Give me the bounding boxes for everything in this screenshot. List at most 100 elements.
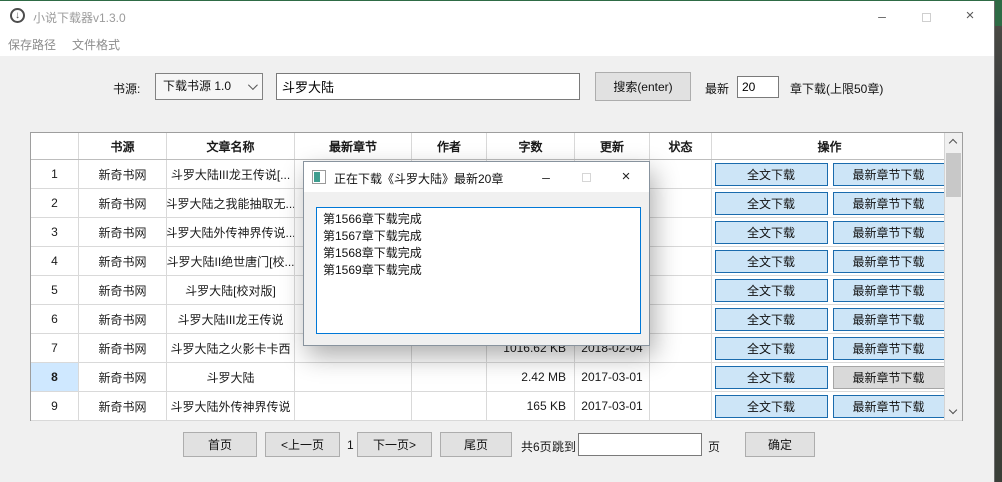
latest-chapter-download-button[interactable]: 最新章节下载 — [833, 279, 945, 302]
download-log[interactable]: 第1566章下载完成 第1567章下载完成 第1568章下载完成 第1569章下… — [316, 207, 641, 334]
header-author: 作者 — [412, 133, 487, 159]
latest-chapter-download-button[interactable]: 最新章节下载 — [833, 395, 945, 418]
menu-save-path[interactable]: 保存路径 — [8, 36, 56, 53]
cell-status — [650, 392, 712, 420]
search-toolbar: 书源: 下载书源 1.0 搜索(enter) 最新 章下载(上限50章) — [0, 56, 994, 106]
cell-source: 新奇书网 — [79, 247, 167, 275]
last-page-button[interactable]: 尾页 — [440, 432, 512, 457]
latest-chapter-download-button[interactable]: 最新章节下载 — [833, 308, 945, 331]
table-scrollbar[interactable] — [944, 133, 962, 420]
scrollbar-thumb[interactable] — [946, 153, 961, 197]
search-input[interactable] — [276, 73, 580, 100]
cell-title: 斗罗大陆外传神界传说 — [167, 392, 295, 420]
cell-status — [650, 334, 712, 362]
cell-updated: 2017-03-01 — [575, 392, 650, 420]
cell-actions: 全文下载 最新章节下载 — [712, 189, 947, 217]
header-wordcount: 字数 — [487, 133, 575, 159]
title-bar: ↓ 小说下载器v1.3.0 – × — [0, 1, 994, 31]
table-header: 书源 文章名称 最新章节 作者 字数 更新 状态 操作 — [31, 133, 962, 160]
prev-page-button[interactable]: <上一页 — [265, 432, 340, 457]
full-download-button[interactable]: 全文下载 — [715, 163, 828, 186]
latest-count-input[interactable] — [737, 76, 779, 98]
maximize-button — [904, 1, 948, 31]
menu-bar: 保存路径 文件格式 — [0, 31, 994, 56]
row-number: 3 — [31, 218, 79, 246]
cell-status — [650, 247, 712, 275]
jump-page-input[interactable] — [578, 433, 702, 456]
minimize-button[interactable]: – — [860, 1, 904, 31]
cell-latest-chapter — [295, 363, 412, 391]
latest-label: 最新 — [705, 80, 729, 97]
menu-file-format[interactable]: 文件格式 — [72, 36, 120, 53]
header-actions: 操作 — [712, 133, 947, 159]
maximize-icon — [922, 13, 931, 22]
cell-author — [412, 363, 487, 391]
scroll-down-icon[interactable] — [945, 403, 962, 420]
latest-chapter-download-button[interactable]: 最新章节下载 — [833, 337, 945, 360]
cell-source: 新奇书网 — [79, 392, 167, 420]
latest-chapter-download-button[interactable]: 最新章节下载 — [833, 366, 945, 389]
row-number: 1 — [31, 160, 79, 188]
full-download-button[interactable]: 全文下载 — [715, 221, 828, 244]
cell-title: 斗罗大陆III龙王传说[... — [167, 160, 295, 188]
cell-updated: 2017-03-01 — [575, 363, 650, 391]
chevron-down-icon — [248, 80, 258, 90]
confirm-button[interactable]: 确定 — [745, 432, 815, 457]
latest-suffix-label: 章下载(上限50章) — [790, 80, 883, 97]
jump-to-label: 跳到 — [552, 438, 576, 455]
dialog-close-button[interactable]: × — [607, 162, 645, 192]
full-download-button[interactable]: 全文下载 — [715, 395, 828, 418]
cell-title: 斗罗大陆[校对版] — [167, 276, 295, 304]
cell-status — [650, 189, 712, 217]
cell-actions: 全文下载 最新章节下载 — [712, 276, 947, 304]
full-download-button[interactable]: 全文下载 — [715, 192, 828, 215]
first-page-button[interactable]: 首页 — [183, 432, 257, 457]
row-number: 7 — [31, 334, 79, 362]
cell-source: 新奇书网 — [79, 305, 167, 333]
cell-actions: 全文下载 最新章节下载 — [712, 334, 947, 362]
row-number: 9 — [31, 392, 79, 420]
full-download-button[interactable]: 全文下载 — [715, 308, 828, 331]
cell-source: 新奇书网 — [79, 218, 167, 246]
full-download-button[interactable]: 全文下载 — [715, 279, 828, 302]
full-download-button[interactable]: 全文下载 — [715, 337, 828, 360]
page-suffix-label: 页 — [708, 438, 720, 455]
cell-source: 新奇书网 — [79, 363, 167, 391]
header-source: 书源 — [79, 133, 167, 159]
scroll-up-icon[interactable] — [945, 133, 962, 150]
cell-actions: 全文下载 最新章节下载 — [712, 218, 947, 246]
source-select[interactable]: 下载书源 1.0 — [155, 73, 263, 100]
latest-chapter-download-button[interactable]: 最新章节下载 — [833, 250, 945, 273]
cell-actions: 全文下载 最新章节下载 — [712, 363, 947, 391]
latest-chapter-download-button[interactable]: 最新章节下载 — [833, 221, 945, 244]
close-button[interactable]: × — [948, 1, 992, 31]
header-index — [31, 133, 79, 159]
table-row[interactable]: 8 新奇书网 斗罗大陆 2.42 MB 2017-03-01 全文下载 最新章节… — [31, 363, 962, 392]
table-row[interactable]: 9 新奇书网 斗罗大陆外传神界传说 165 KB 2017-03-01 全文下载… — [31, 392, 962, 421]
latest-chapter-download-button[interactable]: 最新章节下载 — [833, 163, 945, 186]
header-updated: 更新 — [575, 133, 650, 159]
latest-chapter-download-button[interactable]: 最新章节下载 — [833, 192, 945, 215]
cell-title: 斗罗大陆II绝世唐门[校... — [167, 247, 295, 275]
cell-status — [650, 160, 712, 188]
header-title: 文章名称 — [167, 133, 295, 159]
cell-status — [650, 276, 712, 304]
cell-wordcount: 165 KB — [487, 392, 575, 420]
dialog-maximize-icon — [582, 173, 591, 182]
cell-actions: 全文下载 最新章节下载 — [712, 392, 947, 420]
search-button[interactable]: 搜索(enter) — [595, 72, 691, 101]
cell-source: 新奇书网 — [79, 334, 167, 362]
cell-title: 斗罗大陆外传神界传说... — [167, 218, 295, 246]
full-download-button[interactable]: 全文下载 — [715, 366, 828, 389]
row-number: 2 — [31, 189, 79, 217]
cell-source: 新奇书网 — [79, 189, 167, 217]
full-download-button[interactable]: 全文下载 — [715, 250, 828, 273]
cell-title: 斗罗大陆之我能抽取无... — [167, 189, 295, 217]
current-page-label: 1 — [347, 438, 354, 452]
cell-actions: 全文下载 最新章节下载 — [712, 305, 947, 333]
cell-actions: 全文下载 最新章节下载 — [712, 247, 947, 275]
dialog-minimize-button[interactable]: – — [527, 162, 565, 192]
cell-source: 新奇书网 — [79, 160, 167, 188]
cell-title: 斗罗大陆 — [167, 363, 295, 391]
next-page-button[interactable]: 下一页> — [357, 432, 432, 457]
